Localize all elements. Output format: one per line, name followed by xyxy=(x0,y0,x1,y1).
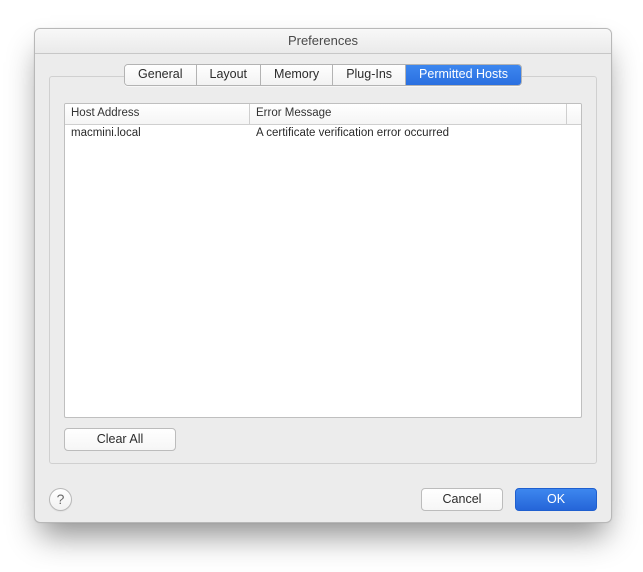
column-spacer xyxy=(567,104,581,124)
cell-message: A certificate verification error occurre… xyxy=(250,125,581,143)
help-button[interactable]: ? xyxy=(49,488,72,511)
column-host-address[interactable]: Host Address xyxy=(65,104,250,124)
tab-layout[interactable]: Layout xyxy=(197,65,262,85)
table-row[interactable]: macmini.local A certificate verification… xyxy=(65,125,581,143)
table-body[interactable]: macmini.local A certificate verification… xyxy=(65,125,581,417)
tab-panel: Host Address Error Message macmini.local… xyxy=(49,76,597,464)
tab-memory[interactable]: Memory xyxy=(261,65,333,85)
tab-permitted-hosts[interactable]: Permitted Hosts xyxy=(406,65,521,85)
tab-plugins[interactable]: Plug-Ins xyxy=(333,65,406,85)
tab-bar: General Layout Memory Plug-Ins Permitted… xyxy=(35,64,611,86)
cancel-button[interactable]: Cancel xyxy=(421,488,503,511)
column-error-message[interactable]: Error Message xyxy=(250,104,567,124)
clear-all-button[interactable]: Clear All xyxy=(64,428,176,451)
ok-button[interactable]: OK xyxy=(515,488,597,511)
hosts-table: Host Address Error Message macmini.local… xyxy=(64,103,582,418)
dialog-footer: ? Cancel OK xyxy=(35,476,611,522)
table-header: Host Address Error Message xyxy=(65,104,581,125)
preferences-window: Preferences General Layout Memory Plug-I… xyxy=(34,28,612,523)
tab-general[interactable]: General xyxy=(125,65,196,85)
window-title: Preferences xyxy=(35,29,611,54)
cell-host: macmini.local xyxy=(65,125,250,143)
